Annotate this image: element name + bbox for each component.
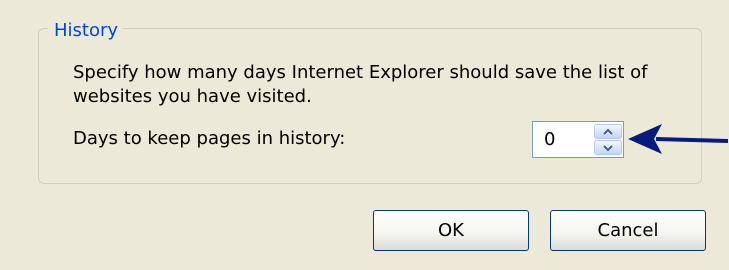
days-to-keep-value[interactable]: 0 xyxy=(544,128,555,152)
history-description: Specify how many days Internet Explorer … xyxy=(73,62,648,107)
chevron-down-icon xyxy=(603,144,613,151)
arrow-left-icon xyxy=(628,124,728,154)
spinner-down-button[interactable] xyxy=(594,140,622,155)
ok-button[interactable]: OK xyxy=(373,210,529,251)
history-group-title: History xyxy=(48,20,123,42)
chevron-up-icon xyxy=(603,128,613,135)
spinner-up-button[interactable] xyxy=(594,124,622,139)
days-to-keep-spinner[interactable]: 0 xyxy=(532,121,624,158)
cancel-button[interactable]: Cancel xyxy=(550,210,706,251)
days-to-keep-label: Days to keep pages in history: xyxy=(73,128,346,149)
